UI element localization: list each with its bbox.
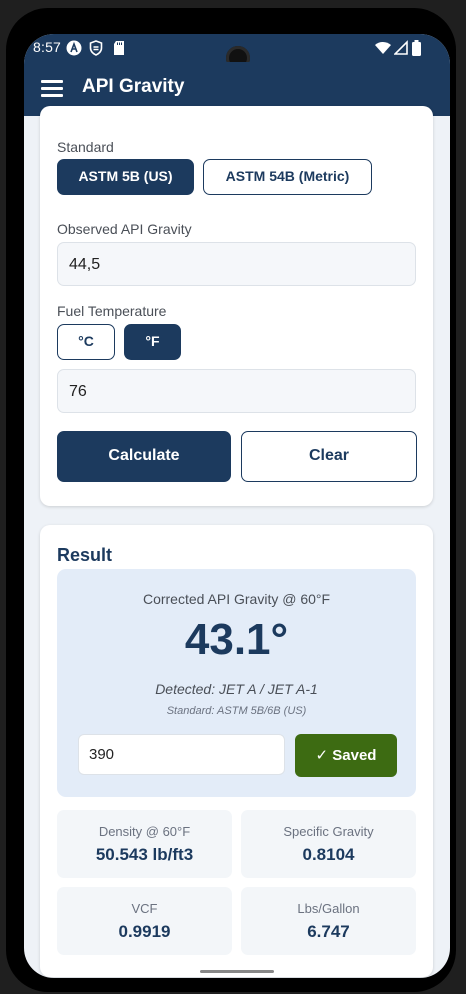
calculate-button[interactable]: Calculate (57, 431, 231, 482)
unit-fahrenheit-button[interactable]: °F (124, 324, 181, 360)
result-card: Result Corrected API Gravity @ 60°F 43.1… (40, 525, 433, 977)
saved-button[interactable]: ✓ Saved (295, 734, 397, 777)
battery-icon (412, 40, 421, 56)
phone-frame: 8:57 API Gravity Standard ASTM 5B (US) A… (6, 8, 456, 992)
page-title: API Gravity (82, 76, 185, 97)
corrected-api-label: Corrected API Gravity @ 60°F (142, 591, 331, 607)
standard-option-astm-5b[interactable]: ASTM 5B (US) (57, 159, 194, 195)
stat-vcf-value: 0.9919 (118, 922, 171, 941)
result-title: Result (57, 545, 113, 565)
standard-label: Standard (57, 139, 114, 155)
observed-api-input[interactable]: 44,5 (57, 242, 416, 286)
stat-lbs-per-gallon: Lbs/Gallon 6.747 (241, 887, 416, 955)
stat-specific-gravity-label: Specific Gravity (283, 824, 374, 839)
standard-option-astm-54b[interactable]: ASTM 54B (Metric) (203, 159, 372, 195)
cellular-signal-icon (394, 40, 408, 55)
stat-lbs-per-gallon-value: 6.747 (307, 922, 350, 941)
standard-option-astm-54b-label: ASTM 54B (Metric) (225, 168, 350, 184)
stat-vcf-label: VCF (131, 901, 158, 916)
fuel-temperature-label: Fuel Temperature (57, 303, 167, 319)
stat-specific-gravity-value: 0.8104 (302, 845, 355, 864)
standard-note: Standard: ASTM 5B/6B (US) (166, 705, 307, 717)
saved-value-input[interactable]: 390 (78, 734, 285, 775)
detected-fuel-type: Detected: JET A / JET A-1 (155, 681, 318, 697)
hamburger-menu-icon[interactable] (40, 76, 64, 100)
calculator-card: Standard ASTM 5B (US) ASTM 54B (Metric) … (40, 106, 433, 506)
unit-celsius-button[interactable]: °C (57, 324, 115, 360)
stat-density-value: 50.543 lb/ft3 (95, 845, 194, 864)
gesture-home-bar[interactable] (200, 970, 274, 973)
screen: 8:57 API Gravity Standard ASTM 5B (US) A… (24, 34, 450, 978)
sd-card-icon (114, 41, 124, 55)
clear-button[interactable]: Clear (241, 431, 417, 482)
stat-lbs-per-gallon-label: Lbs/Gallon (297, 901, 360, 916)
app-a-icon (66, 40, 82, 56)
stat-density: Density @ 60°F 50.543 lb/ft3 (57, 810, 232, 878)
observed-api-label: Observed API Gravity (57, 221, 192, 237)
shield-notification-icon (89, 40, 103, 56)
stat-specific-gravity: Specific Gravity 0.8104 (241, 810, 416, 878)
fuel-temperature-input[interactable]: 76 (57, 369, 416, 413)
result-panel: Corrected API Gravity @ 60°F 43.1° Detec… (57, 569, 416, 797)
stat-density-label: Density @ 60°F (98, 824, 191, 839)
main-content[interactable]: Standard ASTM 5B (US) ASTM 54B (Metric) … (24, 106, 450, 978)
stat-vcf: VCF 0.9919 (57, 887, 232, 955)
wifi-icon (375, 42, 391, 54)
corrected-api-value: 43.1° (184, 615, 289, 664)
status-time: 8:57 (33, 39, 62, 55)
